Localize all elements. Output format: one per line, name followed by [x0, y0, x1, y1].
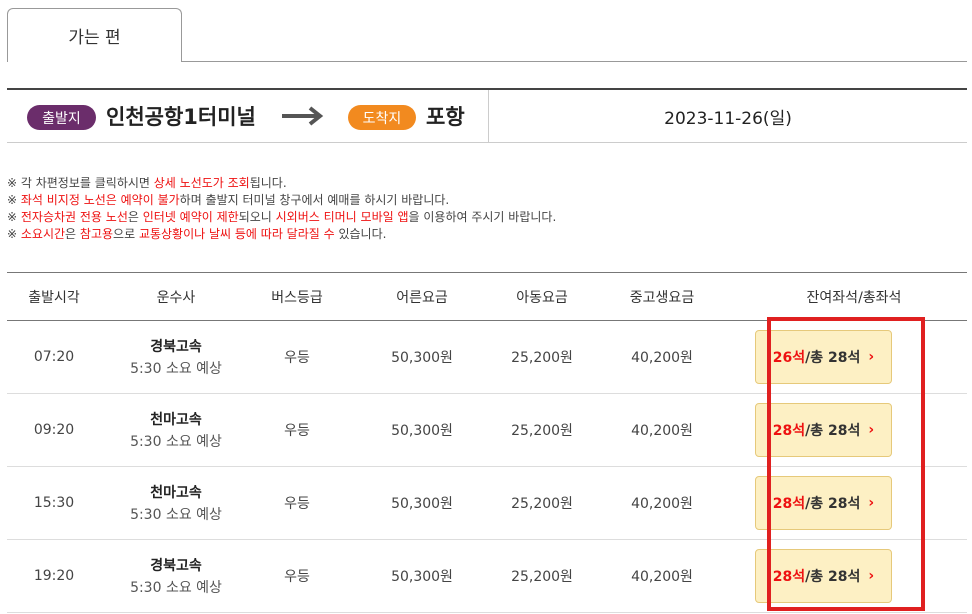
notice-line: ※ 소요시간은 참고용으로 교통상황이나 날씨 등에 따라 달라질 수 있습니다… — [7, 226, 556, 243]
company-name: 경북고속 — [150, 558, 202, 574]
notice-text: ※ 각 차편정보를 클릭하시면 — [7, 176, 154, 190]
child-fare: 25,200원 — [511, 496, 573, 512]
header-company: 운수사 — [156, 289, 196, 306]
company-cell: 경북고속 5:30 소요 예상 — [101, 336, 251, 378]
tab-divider — [181, 61, 967, 62]
notice-highlight: 상세 노선도가 조회 — [153, 176, 250, 190]
duration: 5:30 소요 예상 — [130, 434, 222, 450]
notice-text: 은 — [127, 210, 143, 224]
student-fare: 40,200원 — [631, 569, 693, 585]
arrival-place: 포항 — [426, 105, 465, 129]
header-seats: 잔여좌석/총좌석 — [806, 289, 902, 306]
adult-fare: 50,300원 — [391, 423, 453, 439]
departure-time: 19:20 — [33, 568, 75, 584]
notice-text: 으로 — [113, 227, 139, 241]
arrival-badge: 도착지 — [348, 105, 416, 130]
company-cell: 천마고속 5:30 소요 예상 — [101, 482, 251, 524]
route-bar: 출발지 인천공항1터미널 도착지 포항 2023-11-26(일) — [7, 88, 967, 143]
company-name: 천마고속 — [150, 412, 202, 428]
notice-text: 은 — [65, 227, 80, 241]
notice-line: ※ 각 차편정보를 클릭하시면 상세 노선도가 조회됩니다. — [7, 175, 556, 192]
notice-text: 을 이용하여 주시기 바랍니다. — [408, 210, 557, 224]
company-name: 경북고속 — [150, 339, 202, 355]
tab-outbound[interactable]: 가는 편 — [7, 8, 182, 62]
table-header: 출발시각 운수사 버스등급 어른요금 아동요금 중고생요금 잔여좌석/총좌석 — [7, 272, 967, 321]
notice-highlight: 시외버스 티머니 모바일 앱 — [275, 210, 409, 224]
seat-highlight-box — [767, 317, 925, 611]
company-cell: 경북고속 5:30 소요 예상 — [101, 555, 251, 597]
departure-place: 인천공항1터미널 — [106, 105, 256, 129]
header-departure-time: 출발시각 — [28, 289, 80, 306]
notice-text: ※ — [7, 193, 21, 207]
child-fare: 25,200원 — [511, 569, 573, 585]
child-fare: 25,200원 — [511, 350, 573, 366]
student-fare: 40,200원 — [631, 350, 693, 366]
notice-text: ※ — [7, 210, 21, 224]
child-fare: 25,200원 — [511, 423, 573, 439]
notice-text: 됩니다. — [249, 176, 287, 190]
company-name: 천마고속 — [150, 485, 202, 501]
notice-text: 하며 출발지 터미널 창구에서 예매를 하시기 바랍니다. — [179, 193, 450, 207]
notice-line: ※ 좌석 비지정 노선은 예약이 불가하며 출발지 터미널 창구에서 예매를 하… — [7, 192, 556, 209]
bus-grade: 우등 — [284, 496, 310, 512]
right-arrow-icon — [282, 106, 324, 126]
departure-date: 2023-11-26(일) — [664, 109, 792, 129]
adult-fare: 50,300원 — [391, 496, 453, 512]
header-student-fare: 중고생요금 — [629, 289, 695, 306]
notice-highlight: 교통상황이나 날씨 등에 따라 달라질 수 — [138, 227, 335, 241]
header-adult-fare: 어른요금 — [396, 289, 448, 306]
bus-grade: 우등 — [284, 423, 310, 439]
adult-fare: 50,300원 — [391, 350, 453, 366]
departure-time: 07:20 — [33, 349, 75, 365]
duration: 5:30 소요 예상 — [130, 507, 222, 523]
duration: 5:30 소요 예상 — [130, 361, 222, 377]
bus-grade: 우등 — [284, 569, 310, 585]
header-bus-grade: 버스등급 — [271, 289, 323, 306]
notice-highlight: 소요시간 — [20, 227, 66, 241]
departure-badge: 출발지 — [27, 105, 96, 130]
company-cell: 천마고속 5:30 소요 예상 — [101, 409, 251, 451]
tab-outbound-label: 가는 편 — [68, 28, 121, 48]
tab-bar: 가는 편 — [0, 0, 972, 62]
student-fare: 40,200원 — [631, 423, 693, 439]
departure-time: 15:30 — [33, 495, 75, 511]
adult-fare: 50,300원 — [391, 569, 453, 585]
notice-text: 있습니다. — [334, 227, 387, 241]
notice-text: ※ — [7, 227, 21, 241]
notice-highlight: 전자승차권 전용 노선 — [20, 210, 128, 224]
notice-highlight: 참고용 — [79, 227, 114, 241]
departure-time: 09:20 — [33, 422, 75, 438]
bus-grade: 우등 — [284, 350, 310, 366]
notice-list: ※ 각 차편정보를 클릭하시면 상세 노선도가 조회됩니다. ※ 좌석 비지정 노… — [7, 175, 556, 243]
student-fare: 40,200원 — [631, 496, 693, 512]
notice-highlight: 좌석 비지정 노선은 예약이 불가 — [20, 193, 180, 207]
notice-line: ※ 전자승차권 전용 노선은 인터넷 예약이 제한되오니 시외버스 티머니 모바… — [7, 209, 556, 226]
notice-highlight: 인터넷 예약이 제한 — [142, 210, 239, 224]
duration: 5:30 소요 예상 — [130, 580, 222, 596]
header-child-fare: 아동요금 — [516, 289, 568, 306]
notice-text: 되오니 — [238, 210, 276, 224]
